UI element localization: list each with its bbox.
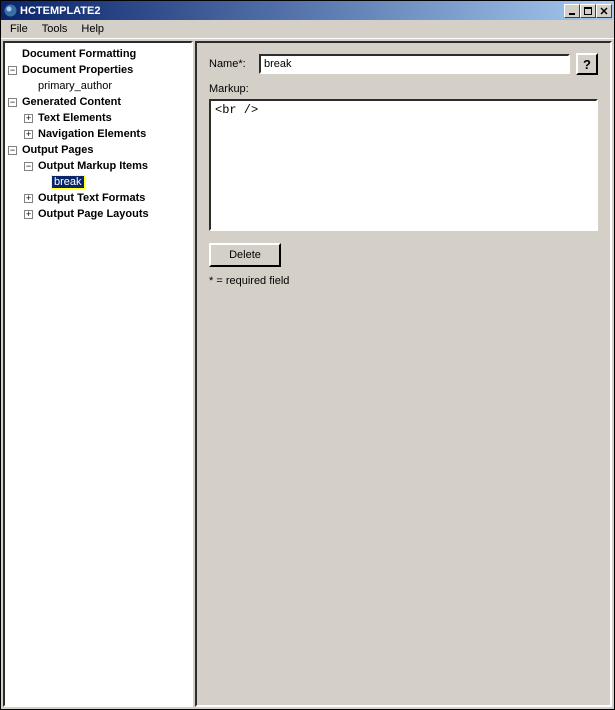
tree-label-selected: break — [52, 176, 84, 188]
minimize-button[interactable] — [564, 4, 580, 18]
collapse-icon[interactable]: − — [24, 162, 33, 171]
menu-help[interactable]: Help — [74, 21, 111, 37]
menubar: File Tools Help — [1, 20, 614, 39]
expand-icon[interactable]: + — [24, 130, 33, 139]
delete-button[interactable]: Delete — [209, 243, 281, 267]
markup-textarea[interactable] — [209, 99, 598, 231]
tree-item-output-page-layouts[interactable]: + Output Page Layouts — [6, 206, 190, 222]
tree-item-output-pages[interactable]: − Output Pages — [6, 142, 190, 158]
window-title: HCTEMPLATE2 — [20, 5, 564, 17]
tree-item-doc-formatting[interactable]: Document Formatting — [6, 46, 190, 62]
name-input[interactable] — [259, 54, 570, 74]
expand-icon[interactable]: + — [24, 194, 33, 203]
menu-tools[interactable]: Tools — [35, 21, 75, 37]
tree-label: Document Properties — [20, 64, 135, 76]
markup-label: Markup: — [209, 83, 598, 95]
collapse-icon[interactable]: − — [8, 66, 17, 75]
tree-label: Navigation Elements — [36, 128, 148, 140]
tree-label: Generated Content — [20, 96, 123, 108]
expand-icon[interactable]: + — [24, 210, 33, 219]
app-icon — [3, 4, 17, 18]
content-area: Document Formatting − Document Propertie… — [1, 39, 614, 709]
tree-label: Output Text Formats — [36, 192, 147, 204]
form-panel: Name*: ? Markup: Delete * = required fie… — [195, 41, 612, 707]
collapse-icon[interactable]: − — [8, 146, 17, 155]
tree-label: Output Markup Items — [36, 160, 150, 172]
tree-label: Text Elements — [36, 112, 114, 124]
tree-item-text-elements[interactable]: + Text Elements — [6, 110, 190, 126]
expand-icon[interactable]: + — [24, 114, 33, 123]
help-button[interactable]: ? — [576, 53, 598, 75]
collapse-icon[interactable]: − — [8, 98, 17, 107]
app-window: HCTEMPLATE2 File Tools Help Document For… — [0, 0, 615, 710]
menu-file[interactable]: File — [3, 21, 35, 37]
tree-item-doc-properties[interactable]: − Document Properties — [6, 62, 190, 78]
tree-label: Output Pages — [20, 144, 96, 156]
tree-label: Output Page Layouts — [36, 208, 151, 220]
tree: Document Formatting − Document Propertie… — [6, 44, 190, 224]
tree-item-primary-author[interactable]: primary_author — [6, 78, 190, 94]
name-row: Name*: ? — [209, 53, 598, 75]
titlebar[interactable]: HCTEMPLATE2 — [1, 1, 614, 20]
tree-item-output-markup-items[interactable]: − Output Markup Items — [6, 158, 190, 174]
window-controls — [564, 4, 612, 18]
tree-item-nav-elements[interactable]: + Navigation Elements — [6, 126, 190, 142]
tree-item-break[interactable]: break — [6, 174, 190, 190]
tree-label: primary_author — [36, 80, 114, 92]
maximize-button[interactable] — [580, 4, 596, 18]
tree-label: Document Formatting — [20, 48, 138, 60]
name-label: Name*: — [209, 58, 259, 70]
required-note: * = required field — [209, 275, 598, 287]
close-button[interactable] — [596, 4, 612, 18]
tree-panel[interactable]: Document Formatting − Document Propertie… — [3, 41, 193, 707]
tree-item-output-text-formats[interactable]: + Output Text Formats — [6, 190, 190, 206]
tree-item-generated-content[interactable]: − Generated Content — [6, 94, 190, 110]
